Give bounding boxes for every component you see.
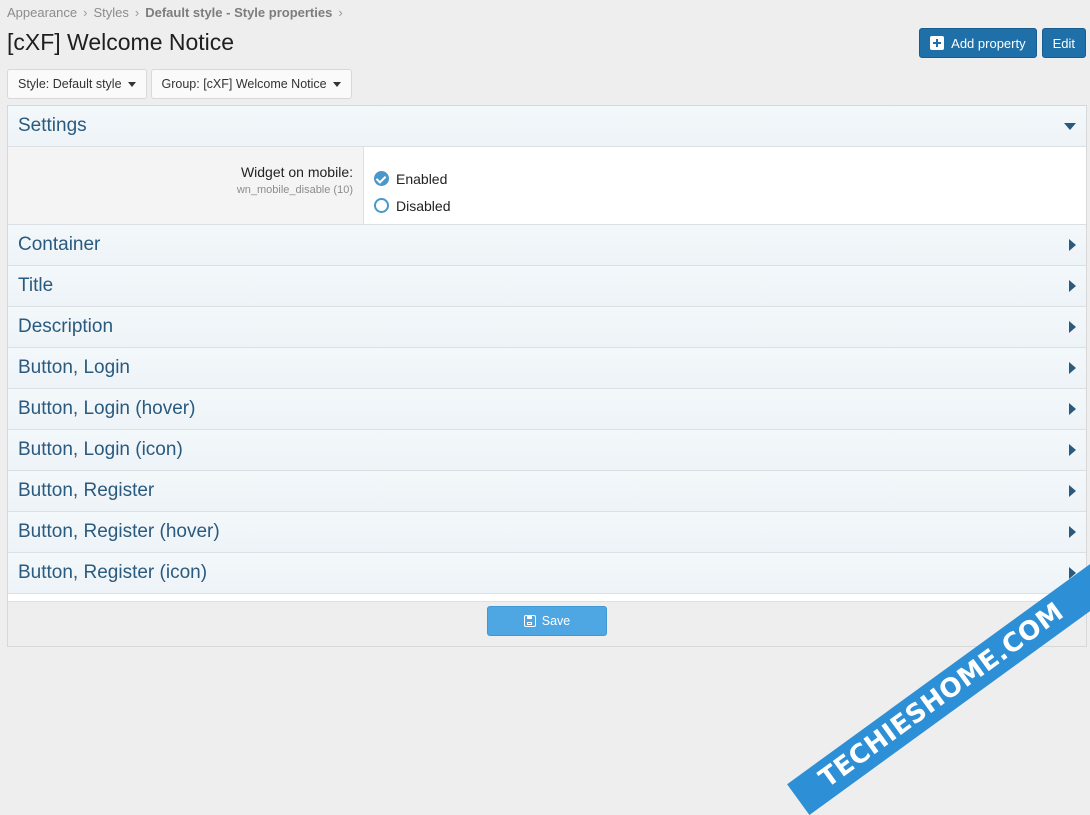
breadcrumb-separator: › bbox=[83, 5, 88, 20]
breadcrumb: Appearance › Styles › Default style - St… bbox=[7, 5, 343, 20]
section-button-register-hover-header[interactable]: Button, Register (hover) bbox=[8, 512, 1086, 553]
style-filter-dropdown[interactable]: Style: Default style bbox=[7, 69, 147, 99]
expand-arrow-icon bbox=[1069, 362, 1076, 374]
expand-arrow-icon bbox=[1069, 444, 1076, 456]
setting-label-cell: Widget on mobile: wn_mobile_disable (10) bbox=[8, 147, 364, 224]
save-button[interactable]: Save bbox=[487, 606, 607, 636]
section-title: Description bbox=[18, 316, 114, 337]
setting-control-cell: Enabled Disabled bbox=[364, 147, 450, 224]
radio-checked-icon bbox=[374, 171, 389, 186]
section-title: Settings bbox=[18, 115, 87, 136]
group-filter-label: Group: [cXF] Welcome Notice bbox=[161, 77, 327, 91]
add-property-label: Add property bbox=[951, 35, 1026, 51]
setting-label: Widget on mobile: bbox=[240, 164, 353, 180]
section-button-login-icon-header[interactable]: Button, Login (icon) bbox=[8, 430, 1086, 471]
plus-square-icon bbox=[930, 36, 945, 50]
page-title: [cXF] Welcome Notice bbox=[7, 29, 235, 55]
save-label: Save bbox=[541, 614, 571, 628]
radio-disabled[interactable]: Disabled bbox=[374, 192, 450, 219]
expand-arrow-icon bbox=[1069, 239, 1076, 251]
form-footer: Save bbox=[8, 601, 1086, 646]
expand-arrow-icon bbox=[1069, 403, 1076, 415]
section-title: Button, Login bbox=[18, 357, 130, 378]
group-filter-dropdown[interactable]: Group: [cXF] Welcome Notice bbox=[150, 69, 352, 99]
section-title-header[interactable]: Title bbox=[8, 266, 1086, 307]
radio-enabled[interactable]: Enabled bbox=[374, 165, 450, 192]
collapse-arrow-icon bbox=[1064, 122, 1076, 130]
header-actions: Add property Edit bbox=[919, 28, 1086, 58]
radio-enabled-label: Enabled bbox=[396, 170, 448, 187]
style-properties-panel: Settings Widget on mobile: wn_mobile_dis… bbox=[7, 105, 1087, 647]
breadcrumb-style-properties[interactable]: Default style - Style properties bbox=[145, 5, 332, 20]
breadcrumb-separator: › bbox=[134, 5, 140, 20]
section-button-register-icon-header[interactable]: Button, Register (icon) bbox=[8, 553, 1086, 594]
section-container-header[interactable]: Container bbox=[8, 225, 1086, 266]
add-property-button[interactable]: Add property bbox=[919, 28, 1037, 58]
section-button-login-hover-header[interactable]: Button, Login (hover) bbox=[8, 389, 1086, 430]
radio-disabled-label: Disabled bbox=[396, 197, 451, 214]
expand-arrow-icon bbox=[1069, 526, 1076, 538]
style-filter-label: Style: Default style bbox=[18, 77, 122, 91]
edit-button[interactable]: Edit bbox=[1041, 28, 1086, 58]
setting-hint: wn_mobile_disable (10) bbox=[236, 184, 353, 196]
filter-bar: Style: Default style Group: [cXF] Welcom… bbox=[7, 69, 352, 99]
section-title: Button, Login (icon) bbox=[18, 439, 183, 460]
breadcrumb-separator: › bbox=[338, 5, 343, 20]
radio-unchecked-icon bbox=[374, 198, 389, 213]
section-settings-header[interactable]: Settings bbox=[8, 106, 1086, 147]
caret-down-icon bbox=[127, 81, 136, 87]
expand-arrow-icon bbox=[1069, 280, 1076, 292]
breadcrumb-styles[interactable]: Styles bbox=[93, 5, 128, 20]
section-title: Container bbox=[18, 234, 101, 255]
setting-row-widget-on-mobile: Widget on mobile: wn_mobile_disable (10)… bbox=[8, 147, 1086, 225]
breadcrumb-appearance[interactable]: Appearance bbox=[7, 5, 77, 20]
edit-label: Edit bbox=[1052, 35, 1075, 51]
section-title: Title bbox=[18, 275, 54, 296]
expand-arrow-icon bbox=[1069, 485, 1076, 497]
section-title: Button, Register bbox=[18, 480, 155, 501]
section-title: Button, Register (icon) bbox=[18, 562, 208, 583]
section-button-register-header[interactable]: Button, Register bbox=[8, 471, 1086, 512]
section-title: Button, Login (hover) bbox=[18, 398, 196, 419]
caret-down-icon bbox=[332, 81, 341, 87]
floppy-disk-icon bbox=[523, 615, 536, 627]
section-button-login-header[interactable]: Button, Login bbox=[8, 348, 1086, 389]
expand-arrow-icon bbox=[1069, 321, 1076, 333]
section-description-header[interactable]: Description bbox=[8, 307, 1086, 348]
section-title: Button, Register (hover) bbox=[18, 521, 220, 542]
